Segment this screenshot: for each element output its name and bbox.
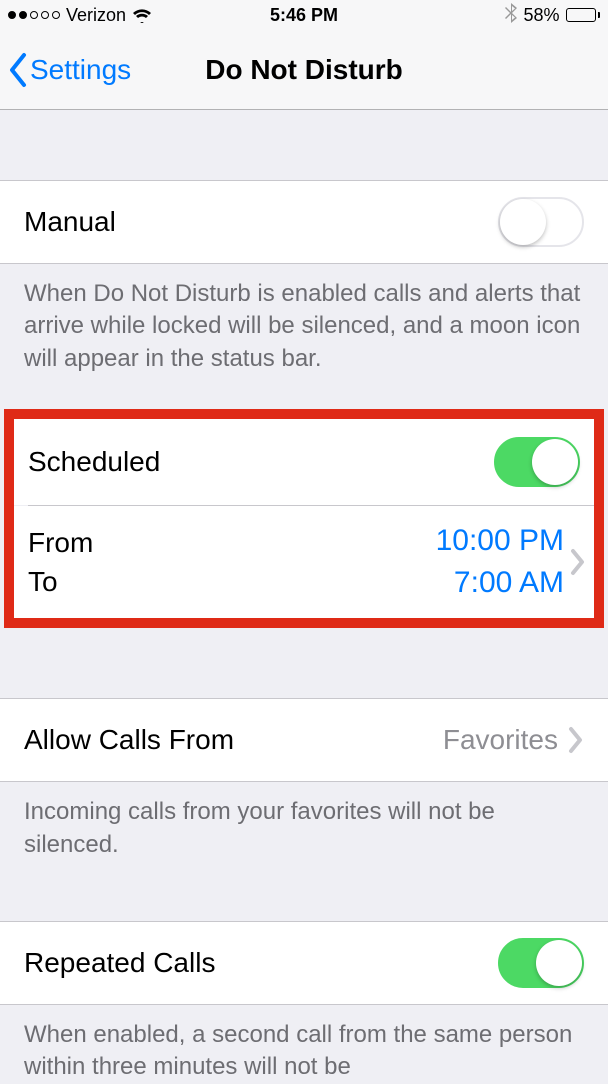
chevron-left-icon: [8, 52, 28, 88]
status-time: 5:46 PM: [270, 5, 338, 26]
manual-footer: When Do Not Disturb is enabled calls and…: [0, 264, 608, 375]
scheduled-row: Scheduled: [14, 419, 594, 505]
to-value: 7:00 AM: [93, 562, 564, 604]
chevron-right-icon: [570, 548, 586, 576]
status-right: 58%: [505, 3, 600, 28]
repeated-calls-toggle[interactable]: [498, 938, 584, 988]
bluetooth-icon: [505, 3, 517, 28]
to-label: To: [28, 562, 93, 601]
signal-dots-icon: [8, 11, 60, 19]
battery-icon: [566, 8, 601, 22]
repeated-calls-label: Repeated Calls: [24, 947, 215, 979]
scheduled-highlight: Scheduled From To 10:00 PM 7:00 AM: [4, 409, 604, 628]
status-left: Verizon: [8, 5, 152, 26]
scheduled-toggle[interactable]: [494, 437, 580, 487]
allow-calls-footer: Incoming calls from your favorites will …: [0, 782, 608, 861]
chevron-right-icon: [568, 726, 584, 754]
battery-percent: 58%: [523, 5, 559, 26]
allow-calls-label: Allow Calls From: [24, 724, 234, 756]
manual-row: Manual: [0, 180, 608, 264]
repeated-calls-footer: When enabled, a second call from the sam…: [0, 1005, 608, 1084]
allow-calls-row[interactable]: Allow Calls From Favorites: [0, 698, 608, 782]
carrier-label: Verizon: [66, 5, 126, 26]
manual-label: Manual: [24, 206, 116, 238]
scheduled-time-row[interactable]: From To 10:00 PM 7:00 AM: [14, 506, 594, 618]
allow-calls-value: Favorites: [443, 724, 558, 756]
scheduled-label: Scheduled: [28, 446, 160, 478]
page-title: Do Not Disturb: [205, 54, 403, 86]
back-label: Settings: [30, 54, 131, 86]
wifi-icon: [132, 8, 152, 23]
from-value: 10:00 PM: [93, 520, 564, 562]
status-bar: Verizon 5:46 PM 58%: [0, 0, 608, 30]
manual-toggle[interactable]: [498, 197, 584, 247]
repeated-calls-row: Repeated Calls: [0, 921, 608, 1005]
nav-bar: Settings Do Not Disturb: [0, 30, 608, 110]
from-label: From: [28, 523, 93, 562]
back-button[interactable]: Settings: [8, 52, 131, 88]
